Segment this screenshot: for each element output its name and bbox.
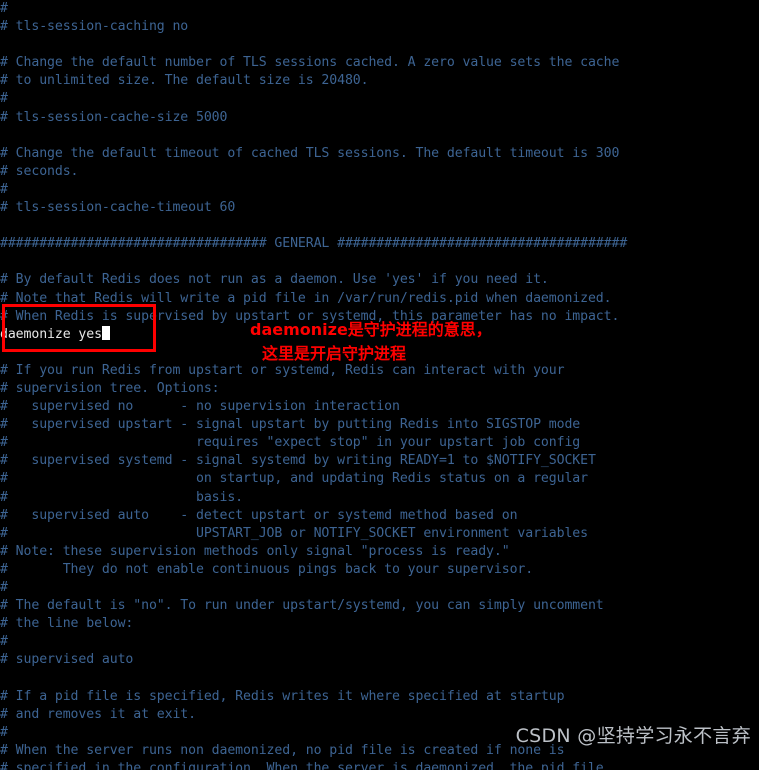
config-line: # They do not enable continuous pings ba… <box>0 561 759 579</box>
config-line: # to unlimited size. The default size is… <box>0 72 759 90</box>
config-line-text: # If a pid file is specified, Redis writ… <box>0 688 565 704</box>
config-line-text: # Note that Redis will write a pid file … <box>0 290 612 306</box>
config-line-text: # to unlimited size. The default size is… <box>0 73 369 89</box>
config-line-text: # tls-session-cache-size 5000 <box>0 109 228 125</box>
config-line: ################################## GENER… <box>0 235 759 253</box>
config-line-text: # and removes it at exit. <box>0 706 196 722</box>
config-file-text[interactable]: # # tls-session-caching no # Change the de… <box>0 0 759 770</box>
config-line: # specified in the configuration. When t… <box>0 760 759 770</box>
config-line-text: # Change the default number of TLS sessi… <box>0 55 620 71</box>
config-line-text: daemonize yes <box>0 326 102 342</box>
config-line-text: # tls-session-cache-timeout 60 <box>0 200 236 216</box>
config-line-text: # requires "expect stop" in your upstart… <box>0 435 581 451</box>
config-line: # tls-session-caching no <box>0 18 759 36</box>
config-line-text: # The default is "no". To run under upst… <box>0 598 604 614</box>
config-line: # requires "expect stop" in your upstart… <box>0 434 759 452</box>
config-line <box>0 127 759 145</box>
config-line: # By default Redis does not run as a dae… <box>0 271 759 289</box>
config-line-text: # <box>0 724 8 740</box>
config-line: # If you run Redis from upstart or syste… <box>0 362 759 380</box>
config-line: # Note: these supervision methods only s… <box>0 543 759 561</box>
config-line-text: # on startup, and updating Redis status … <box>0 471 588 487</box>
config-line-text: # <box>0 91 8 107</box>
config-line: # <box>0 633 759 651</box>
config-line-text: # If you run Redis from upstart or syste… <box>0 362 565 378</box>
config-line-text: # Note: these supervision methods only s… <box>0 543 510 559</box>
config-line: # on startup, and updating Redis status … <box>0 470 759 488</box>
config-line-text: # supervised auto - detect upstart or sy… <box>0 507 518 523</box>
config-line: # seconds. <box>0 163 759 181</box>
config-line: # <box>0 579 759 597</box>
annotation-text-line-2: 这里是开启守护进程 <box>262 344 407 363</box>
config-line <box>0 217 759 235</box>
config-line-text: # <box>0 634 8 650</box>
text-cursor <box>101 325 111 340</box>
config-line <box>0 669 759 687</box>
config-line-text: # By default Redis does not run as a dae… <box>0 272 549 288</box>
config-line-text: # basis. <box>0 489 244 505</box>
config-line-text: ################################## GENER… <box>0 236 628 252</box>
config-line-text: # tls-session-caching no <box>0 19 189 35</box>
config-line: # UPSTART_JOB or NOTIFY_SOCKET environme… <box>0 525 759 543</box>
config-line-text: # supervision tree. Options: <box>0 380 220 396</box>
config-line-text: # the line below: <box>0 616 134 632</box>
config-line-text: # When the server runs non daemonized, n… <box>0 742 565 758</box>
config-line-text: # <box>0 580 8 595</box>
config-line-text: # specified in the configuration. When t… <box>0 760 604 770</box>
config-line: # supervised upstart - signal upstart by… <box>0 416 759 434</box>
config-line <box>0 253 759 271</box>
csdn-watermark: CSDN @坚持学习永不言弃 <box>515 725 751 747</box>
config-line-text: # supervised no - no supervision interac… <box>0 399 400 415</box>
config-line: # the line below: <box>0 615 759 633</box>
config-line: # tls-session-cache-size 5000 <box>0 109 759 127</box>
config-line: # If a pid file is specified, Redis writ… <box>0 688 759 706</box>
config-line-text: # supervised auto <box>0 652 134 668</box>
config-line-text: # supervised systemd - signal systemd by… <box>0 453 596 469</box>
config-line-text: # seconds. <box>0 163 79 179</box>
config-line: # supervised auto - detect upstart or sy… <box>0 507 759 525</box>
config-line-text: # Change the default timeout of cached T… <box>0 145 620 161</box>
config-line-text: # supervised upstart - signal upstart by… <box>0 417 581 433</box>
config-line: # Change the default timeout of cached T… <box>0 145 759 163</box>
config-line: # Note that Redis will write a pid file … <box>0 290 759 308</box>
config-line: # <box>0 0 759 18</box>
config-line: # supervision tree. Options: <box>0 380 759 398</box>
config-line: # <box>0 181 759 199</box>
config-line: # <box>0 90 759 108</box>
config-line: # Change the default number of TLS sessi… <box>0 54 759 72</box>
terminal-window: # # tls-session-caching no # Change the de… <box>0 0 759 770</box>
config-line-text: # UPSTART_JOB or NOTIFY_SOCKET environme… <box>0 525 588 541</box>
config-line-text: # They do not enable continuous pings ba… <box>0 561 534 577</box>
config-line-text: # <box>0 181 8 197</box>
config-line: # tls-session-cache-timeout 60 <box>0 199 759 217</box>
config-line: # basis. <box>0 489 759 507</box>
config-line: # The default is "no". To run under upst… <box>0 597 759 615</box>
config-line: # supervised no - no supervision interac… <box>0 398 759 416</box>
config-line <box>0 36 759 54</box>
config-line-text: # <box>0 1 8 16</box>
config-line: # supervised systemd - signal systemd by… <box>0 452 759 470</box>
annotation-text-line-1: daemonize是守护进程的意思， <box>250 320 492 339</box>
config-line: # supervised auto <box>0 651 759 669</box>
